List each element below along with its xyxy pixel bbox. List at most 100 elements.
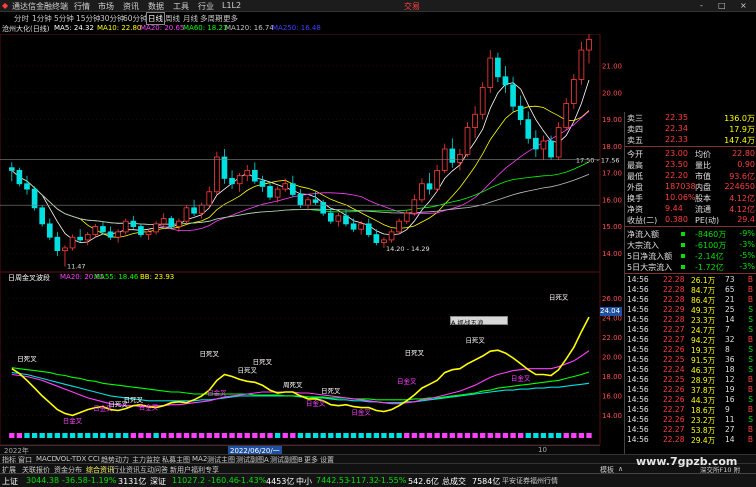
flow-bar (681, 243, 685, 247)
tick-row: 14:56 22.26 19.3万 8 S (625, 345, 756, 355)
tick-direction: S (748, 415, 753, 424)
tf-more[interactable]: 更多 (223, 13, 238, 24)
signal-band-cell (47, 433, 53, 438)
status-sz-label[interactable]: 深证 (150, 476, 166, 487)
tab-macd[interactable]: MACD (36, 455, 57, 463)
candle-body (46, 223, 53, 238)
tf-1min[interactable]: 1分钟 (32, 13, 52, 24)
tab-vol[interactable]: VOL-TDX (56, 455, 86, 463)
signal-band-cell (54, 433, 61, 438)
f10-badge[interactable]: 深交所F10 附 (700, 464, 740, 474)
flow-pct: -3% (739, 262, 755, 271)
candle-body (198, 204, 205, 214)
tick-count: 32 (725, 335, 735, 344)
app-logo-icon: ◆ (2, 1, 9, 10)
candle-body (495, 57, 501, 78)
tick-price: 22.27 (663, 405, 685, 414)
sub-y-tick-label: 14.00 (602, 412, 622, 420)
tf-monthly[interactable]: 月线 (183, 13, 198, 24)
flow-row: 净流入额 -8460万 -9% (625, 228, 756, 239)
candle-body (39, 207, 46, 225)
main-y-tick-label: 18.00 (602, 143, 622, 151)
signal-band-cell (252, 433, 258, 438)
tick-time: 14:56 (627, 345, 649, 354)
flow-bar (681, 232, 685, 236)
collapse-icon[interactable]: ∧ (618, 465, 623, 473)
trade-button[interactable]: 交易 (404, 1, 420, 12)
tick-direction: B (747, 405, 753, 414)
cross-signal-label: 日死叉 (465, 336, 485, 344)
signal-band-cell (411, 433, 417, 438)
cross-signal-label: 周死叉 (283, 381, 303, 389)
status-zx-value: 7442.53 (316, 476, 350, 485)
tf-fenshi[interactable]: 分时 (14, 13, 29, 24)
tab-ma2[interactable]: MA2 (192, 455, 207, 463)
tab-cci[interactable]: CCI (88, 455, 100, 463)
signal-band-cell (396, 433, 402, 438)
signal-band-cell (472, 433, 478, 438)
cross-signal-label: 日金叉 (511, 373, 531, 382)
tf-15min[interactable]: 15分钟 (76, 13, 101, 24)
ma5-label: MA5: 24.32 (54, 24, 94, 32)
minimize-button[interactable]: - (700, 1, 703, 10)
menu-item-shichang[interactable]: 市场 (98, 1, 114, 12)
signal-band-cell (168, 433, 174, 438)
tick-direction: S (748, 345, 753, 354)
tick-time: 14:56 (627, 375, 649, 384)
tf-5min[interactable]: 5分钟 (54, 13, 74, 24)
candle-body (221, 156, 228, 179)
menu-item-shuju[interactable]: 数据 (148, 1, 164, 12)
candle-body (449, 148, 456, 163)
candlestick-chart[interactable]: 14.00 15.00 16.00 17.00 18.00 19.00 20.00 21.00… (0, 34, 624, 272)
menu-item-l1l2[interactable]: L1L2 (222, 1, 241, 10)
tick-price: 22.29 (663, 305, 685, 314)
tf-60min[interactable]: 60分钟 (123, 13, 148, 24)
candle-body (373, 234, 380, 243)
signal-band-cell (442, 433, 448, 438)
quote-separator (625, 273, 756, 274)
menu-item-hangqing[interactable]: 行情 (74, 1, 90, 12)
signal-band-cell (176, 433, 182, 438)
maximize-button[interactable]: □ (718, 1, 726, 10)
flow-bar (681, 254, 685, 258)
candle-body (335, 215, 342, 222)
candle-body (365, 223, 372, 235)
indicator-popup[interactable]: A 抓战五浪 (450, 316, 508, 327)
menu-item-gongju[interactable]: 工具 (173, 1, 189, 12)
menu-item-zixun[interactable]: 资讯 (123, 1, 139, 12)
sub-chart-frame (0, 272, 601, 445)
candle-body (236, 175, 243, 185)
flow-pct: -9% (739, 229, 755, 238)
signal-band-cell (274, 433, 281, 438)
candle-body (92, 226, 99, 235)
signal-band-cell (373, 433, 380, 438)
candle-body (274, 188, 281, 198)
signal-band-cell (571, 433, 577, 438)
indicator-chart[interactable]: 14.0016.0018.0020.0022.0024.0026.00日死叉日死… (0, 272, 624, 445)
signal-band-cell (145, 433, 152, 438)
stat-value: 187038 (665, 182, 696, 191)
tick-time: 14:56 (627, 395, 649, 404)
main-y-tick-label: 21.00 (602, 63, 622, 71)
tick-count: 12 (725, 375, 735, 384)
tf-multi[interactable]: 多周期 (200, 13, 223, 24)
status-zx-label[interactable]: 中小 (296, 476, 312, 487)
close-button[interactable]: × (740, 1, 747, 10)
menu-item-hangye[interactable]: 行业 (198, 1, 214, 12)
candle-body (153, 223, 159, 233)
candle-body (206, 191, 213, 206)
candle-body (533, 137, 539, 150)
candle-body (214, 156, 220, 193)
tf-30min[interactable]: 30分钟 (100, 13, 125, 24)
signal-band-cell (563, 433, 569, 438)
status-sz-chg: -160.46 (208, 476, 239, 485)
signal-band-cell (62, 433, 68, 438)
signal-band-cell (555, 433, 562, 438)
tick-time: 14:56 (627, 385, 649, 394)
candle-body (229, 178, 235, 185)
flow-pct: -5% (739, 251, 755, 260)
tick-time: 14:56 (627, 275, 649, 284)
signal-band-cell (107, 433, 114, 438)
status-sh-label[interactable]: 上证 (2, 476, 18, 487)
tf-weekly[interactable]: 周线 (165, 13, 180, 24)
